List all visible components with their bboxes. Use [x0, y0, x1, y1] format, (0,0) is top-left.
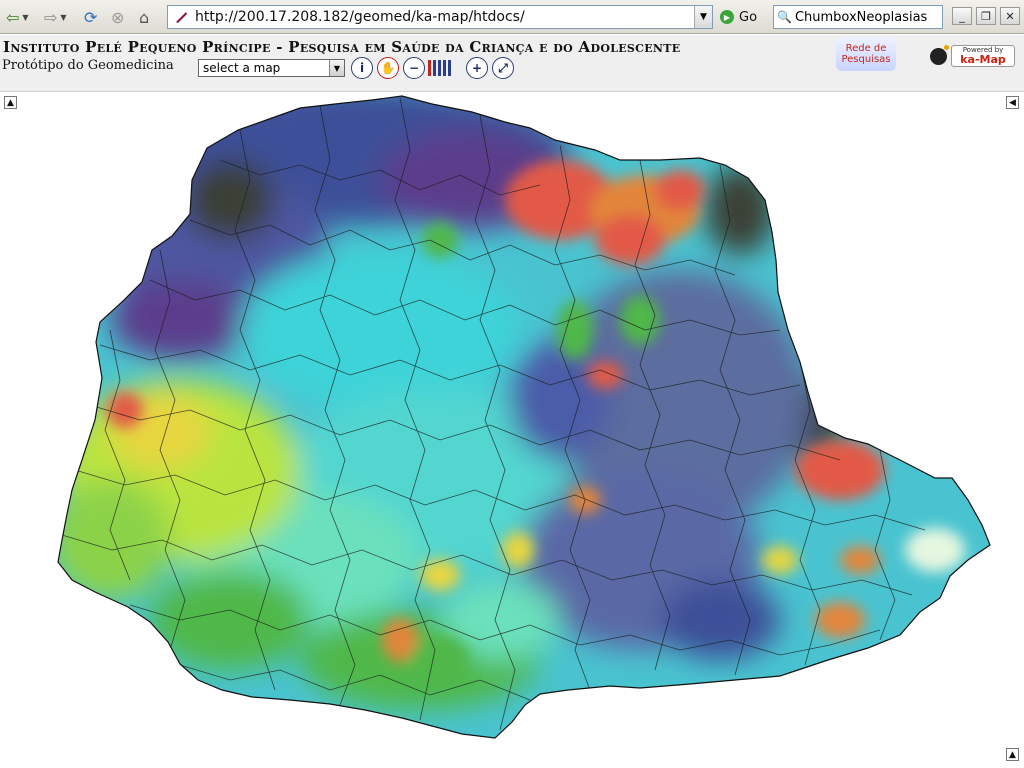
logo-line2: Pesquisas [841, 54, 891, 65]
go-label: Go [739, 9, 758, 25]
go-button[interactable]: ▶ Go [720, 6, 757, 28]
home-icon: ⌂ [139, 7, 150, 27]
reload-icon: ⟳ [84, 7, 98, 27]
close-button[interactable]: ✕ [1000, 7, 1020, 25]
back-icon: ⇦ [6, 7, 20, 27]
url-dropdown-button[interactable]: ▼ [694, 6, 712, 28]
collapse-right-icon[interactable]: ◀ [1006, 96, 1019, 109]
zoom-in-icon: + [471, 61, 483, 75]
chevron-down-icon: ▼ [329, 60, 344, 76]
page-icon [171, 7, 191, 27]
bomb-icon [930, 44, 949, 65]
rede-pesquisas-logo: Rede de Pesquisas [836, 37, 896, 71]
zoom-extent-icon: ⤢ [498, 60, 508, 75]
pan-tool-button[interactable]: ✋ [377, 57, 399, 79]
zoom-extent-button[interactable]: ⤢ [492, 57, 514, 79]
chevron-down-icon: ▼ [60, 12, 67, 22]
expand-top-left-icon[interactable]: ▲ [4, 96, 17, 109]
restore-button[interactable]: ❐ [976, 7, 996, 25]
logo-line1: Rede de [845, 43, 887, 54]
browser-toolbar: ⇦ ▼ ⇨ ▼ ⟳ ⊗ ⌂ http://200.17.208.182/geomed… [0, 0, 1024, 34]
page-title: Instituto Pelé Pequeno Príncipe - Pesqui… [3, 38, 681, 56]
url-text: http://200.17.208.182/geomed/ka-map/htdo… [195, 9, 525, 25]
expand-bottom-right-icon[interactable]: ▲ [1006, 748, 1019, 761]
reload-button[interactable]: ⟳ [84, 6, 97, 28]
kamap-badge: Powered by ka-Map [951, 45, 1015, 67]
zoom-level-slider[interactable] [428, 60, 460, 76]
zoom-in-button[interactable]: + [466, 57, 488, 79]
forward-icon: ⇨ [44, 7, 58, 27]
pan-icon: ✋ [380, 61, 396, 75]
info-tool-button[interactable]: i [351, 57, 373, 79]
zoom-out-icon: − [408, 61, 420, 75]
go-icon: ▶ [720, 10, 734, 24]
minimize-button[interactable]: _ [952, 7, 972, 25]
chevron-down-icon: ▼ [22, 12, 29, 22]
stop-icon: ⊗ [111, 7, 125, 27]
window-controls: _ ❐ ✕ [952, 7, 1020, 25]
url-input[interactable]: http://200.17.208.182/geomed/ka-map/htdo… [167, 5, 713, 29]
page-subtitle: Protótipo do Geomedicina [2, 58, 174, 73]
zoom-level-icon[interactable] [433, 60, 436, 76]
map-viewport[interactable]: ▲ ◀ ▲ [0, 93, 1024, 768]
search-input[interactable]: 🔍 ChumboxNeoplasias [773, 5, 943, 29]
search-icon: 🔍 [777, 10, 792, 24]
forward-button[interactable]: ⇨ ▼ [44, 6, 67, 28]
zoom-out-button[interactable]: − [403, 57, 425, 79]
kamap-label: ka-Map [960, 53, 1006, 66]
kamap-logo: Powered by ka-Map [930, 43, 1018, 69]
stop-button[interactable]: ⊗ [111, 6, 124, 28]
zoom-level-icon[interactable] [448, 60, 451, 76]
map-select[interactable]: select a map ▼ [198, 59, 345, 77]
zoom-level-icon[interactable] [443, 60, 446, 76]
home-button[interactable]: ⌂ [139, 6, 149, 28]
zoom-level-icon[interactable] [438, 60, 441, 76]
page-header: Instituto Pelé Pequeno Príncipe - Pesqui… [0, 35, 1024, 92]
info-icon: i [359, 61, 365, 75]
search-value: ChumboxNeoplasias [794, 9, 928, 25]
heatmap-map[interactable] [0, 93, 1024, 768]
zoom-level-icon[interactable] [428, 60, 431, 76]
map-select-value: select a map [203, 61, 281, 75]
back-button[interactable]: ⇦ ▼ [6, 6, 29, 28]
